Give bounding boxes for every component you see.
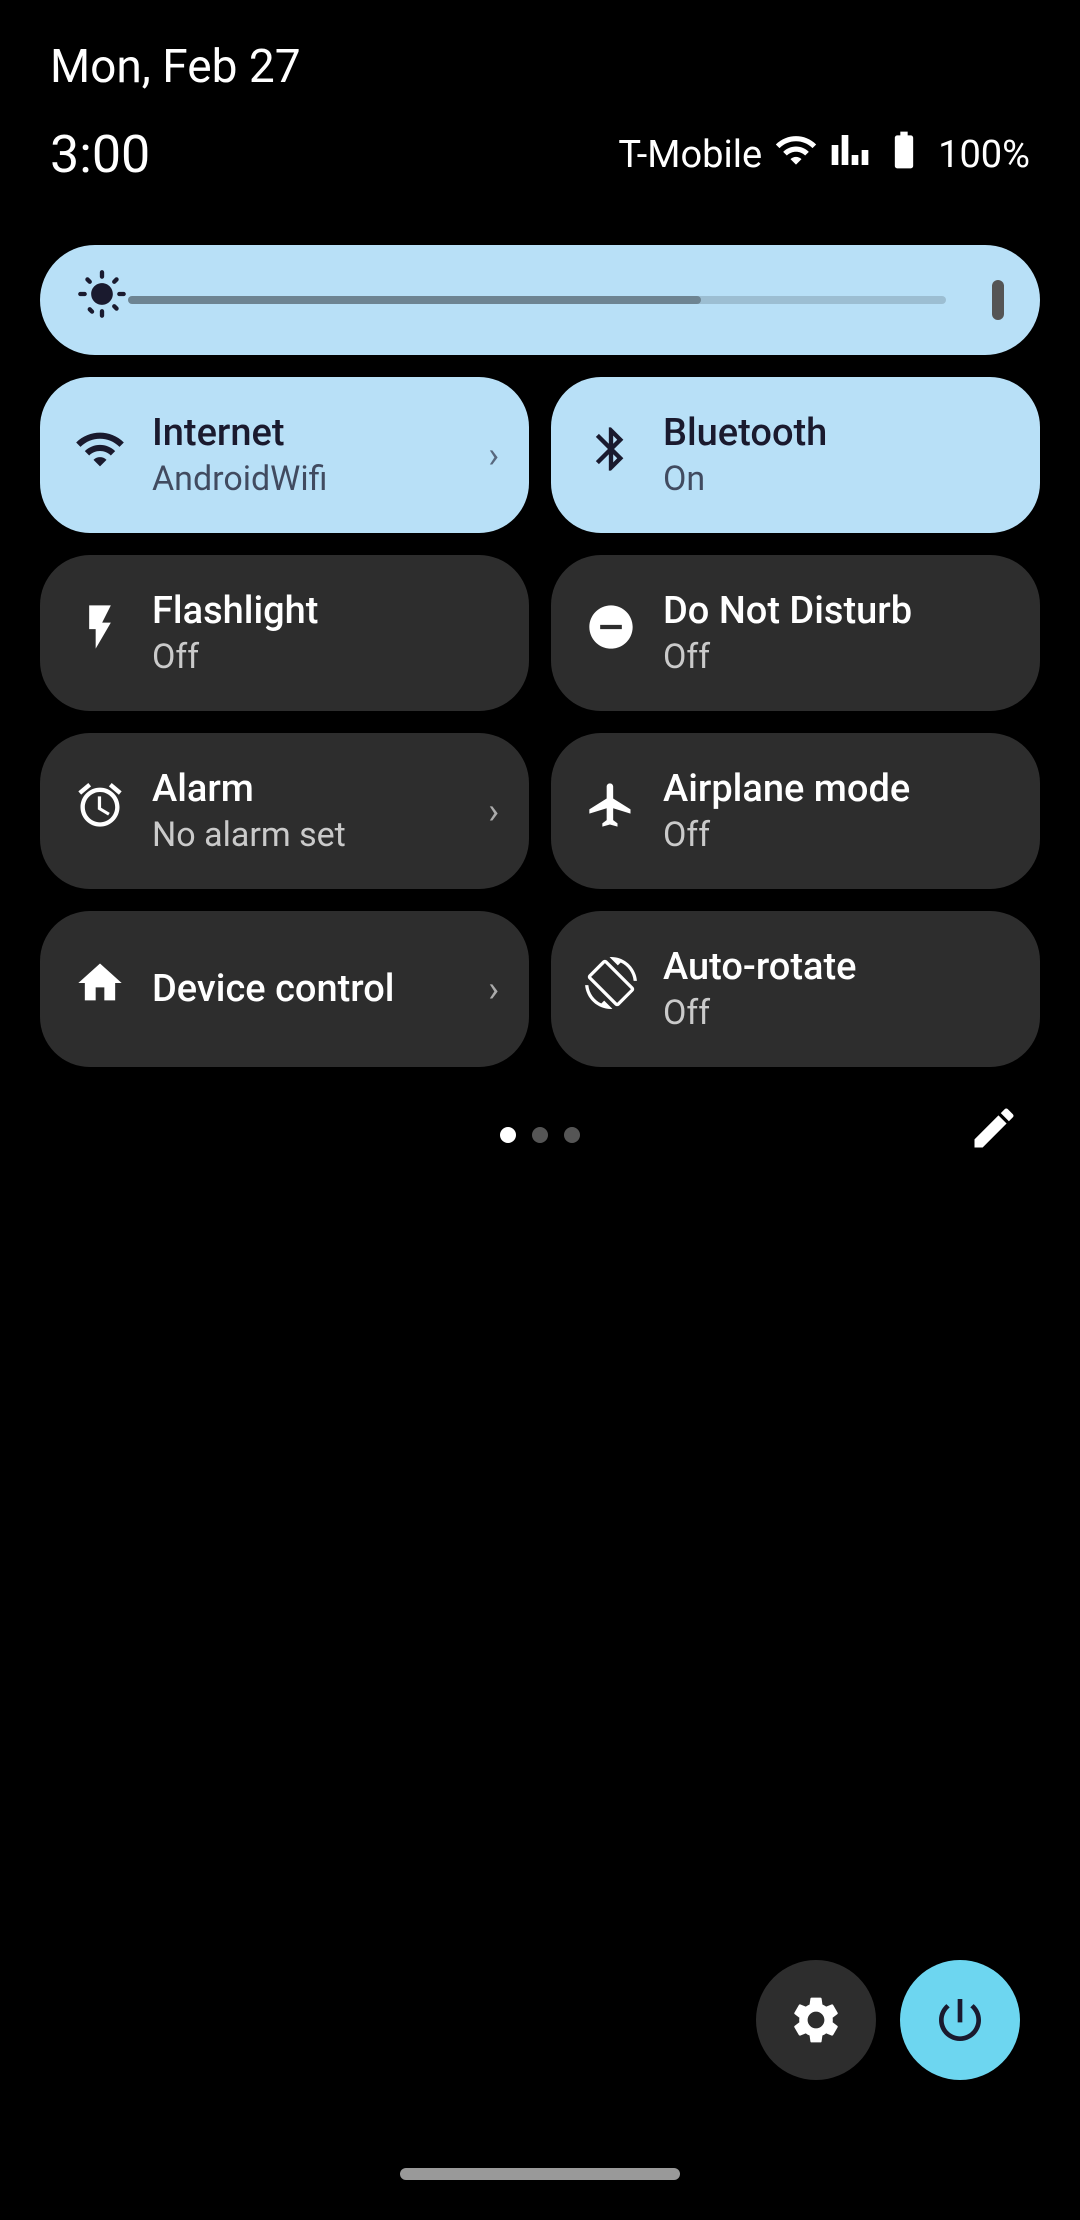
brightness-icon bbox=[76, 268, 128, 333]
tile-bluetooth[interactable]: Bluetooth On bbox=[551, 377, 1040, 533]
status-bar: Mon, Feb 27 bbox=[0, 0, 1080, 114]
flashlight-subtitle: Off bbox=[152, 637, 318, 677]
tile-dnd[interactable]: Do Not Disturb Off bbox=[551, 555, 1040, 711]
dnd-title: Do Not Disturb bbox=[663, 589, 912, 633]
airplane-subtitle: Off bbox=[663, 815, 910, 855]
autorotate-title: Auto-rotate bbox=[663, 945, 856, 989]
page-dot-2 bbox=[532, 1127, 548, 1143]
page-dot-1 bbox=[500, 1127, 516, 1143]
brightness-handle[interactable] bbox=[992, 280, 1004, 320]
page-dots bbox=[500, 1127, 580, 1143]
flashlight-tile-icon bbox=[70, 601, 130, 666]
autorotate-tile-text: Auto-rotate Off bbox=[663, 945, 856, 1033]
dnd-subtitle: Off bbox=[663, 637, 912, 677]
battery-label: 100% bbox=[938, 133, 1030, 177]
tile-airplane[interactable]: Airplane mode Off bbox=[551, 733, 1040, 889]
bluetooth-tile-icon bbox=[581, 423, 641, 488]
tile-row-4: Device control › Auto-rotate Off bbox=[40, 911, 1040, 1067]
tile-autorotate[interactable]: Auto-rotate Off bbox=[551, 911, 1040, 1067]
rotate-tile-icon bbox=[581, 957, 641, 1022]
alarm-tile-text: Alarm No alarm set bbox=[152, 767, 346, 855]
settings-button[interactable] bbox=[756, 1960, 876, 2080]
tile-row-2: Flashlight Off Do Not Disturb Off bbox=[40, 555, 1040, 711]
flashlight-title: Flashlight bbox=[152, 589, 318, 633]
tile-row-1: Internet AndroidWifi › Bluetooth On bbox=[40, 377, 1040, 533]
bluetooth-tile-text: Bluetooth On bbox=[663, 411, 827, 499]
carrier-label: T-Mobile bbox=[618, 133, 762, 177]
autorotate-subtitle: Off bbox=[663, 993, 856, 1033]
alarm-tile-icon bbox=[70, 779, 130, 844]
internet-tile-text: Internet AndroidWifi bbox=[152, 411, 327, 499]
devicecontrol-arrow-icon: › bbox=[488, 968, 499, 1010]
time-bar: 3:00 T-Mobile 100% bbox=[0, 114, 1080, 225]
tile-flashlight[interactable]: Flashlight Off bbox=[40, 555, 529, 711]
home-tile-icon bbox=[70, 957, 130, 1022]
page-indicator-row bbox=[0, 1117, 1080, 1143]
bluetooth-title: Bluetooth bbox=[663, 411, 827, 455]
airplane-tile-text: Airplane mode Off bbox=[663, 767, 910, 855]
status-icons: T-Mobile 100% bbox=[618, 128, 1030, 182]
brightness-track[interactable] bbox=[128, 296, 946, 304]
edit-button[interactable] bbox=[968, 1102, 1020, 1158]
alarm-subtitle: No alarm set bbox=[152, 815, 346, 855]
brightness-slider[interactable] bbox=[40, 245, 1040, 355]
internet-arrow-icon: › bbox=[488, 434, 499, 476]
signal-icon bbox=[830, 128, 870, 182]
alarm-arrow-icon: › bbox=[488, 790, 499, 832]
tile-alarm[interactable]: Alarm No alarm set › bbox=[40, 733, 529, 889]
dnd-tile-text: Do Not Disturb Off bbox=[663, 589, 912, 677]
bluetooth-subtitle: On bbox=[663, 459, 827, 499]
tile-internet[interactable]: Internet AndroidWifi › bbox=[40, 377, 529, 533]
date-display: Mon, Feb 27 bbox=[50, 40, 301, 94]
page-dot-3 bbox=[564, 1127, 580, 1143]
dnd-tile-icon bbox=[581, 601, 641, 666]
time-display: 3:00 bbox=[50, 124, 150, 185]
devicecontrol-tile-text: Device control bbox=[152, 967, 395, 1011]
tile-devicecontrol[interactable]: Device control › bbox=[40, 911, 529, 1067]
internet-title: Internet bbox=[152, 411, 327, 455]
battery-icon bbox=[882, 128, 926, 182]
wifi-icon bbox=[774, 128, 818, 182]
tile-row-3: Alarm No alarm set › Airplane mode Off bbox=[40, 733, 1040, 889]
devicecontrol-title: Device control bbox=[152, 967, 395, 1011]
airplane-title: Airplane mode bbox=[663, 767, 910, 811]
internet-subtitle: AndroidWifi bbox=[152, 459, 327, 499]
airplane-tile-icon bbox=[581, 779, 641, 844]
flashlight-tile-text: Flashlight Off bbox=[152, 589, 318, 677]
brightness-fill bbox=[128, 296, 701, 304]
quick-settings-panel: Internet AndroidWifi › Bluetooth On Flas… bbox=[0, 225, 1080, 1087]
nav-bar bbox=[400, 2168, 680, 2180]
wifi-tile-icon bbox=[70, 423, 130, 488]
bottom-buttons bbox=[756, 1960, 1020, 2080]
power-button[interactable] bbox=[900, 1960, 1020, 2080]
alarm-title: Alarm bbox=[152, 767, 346, 811]
